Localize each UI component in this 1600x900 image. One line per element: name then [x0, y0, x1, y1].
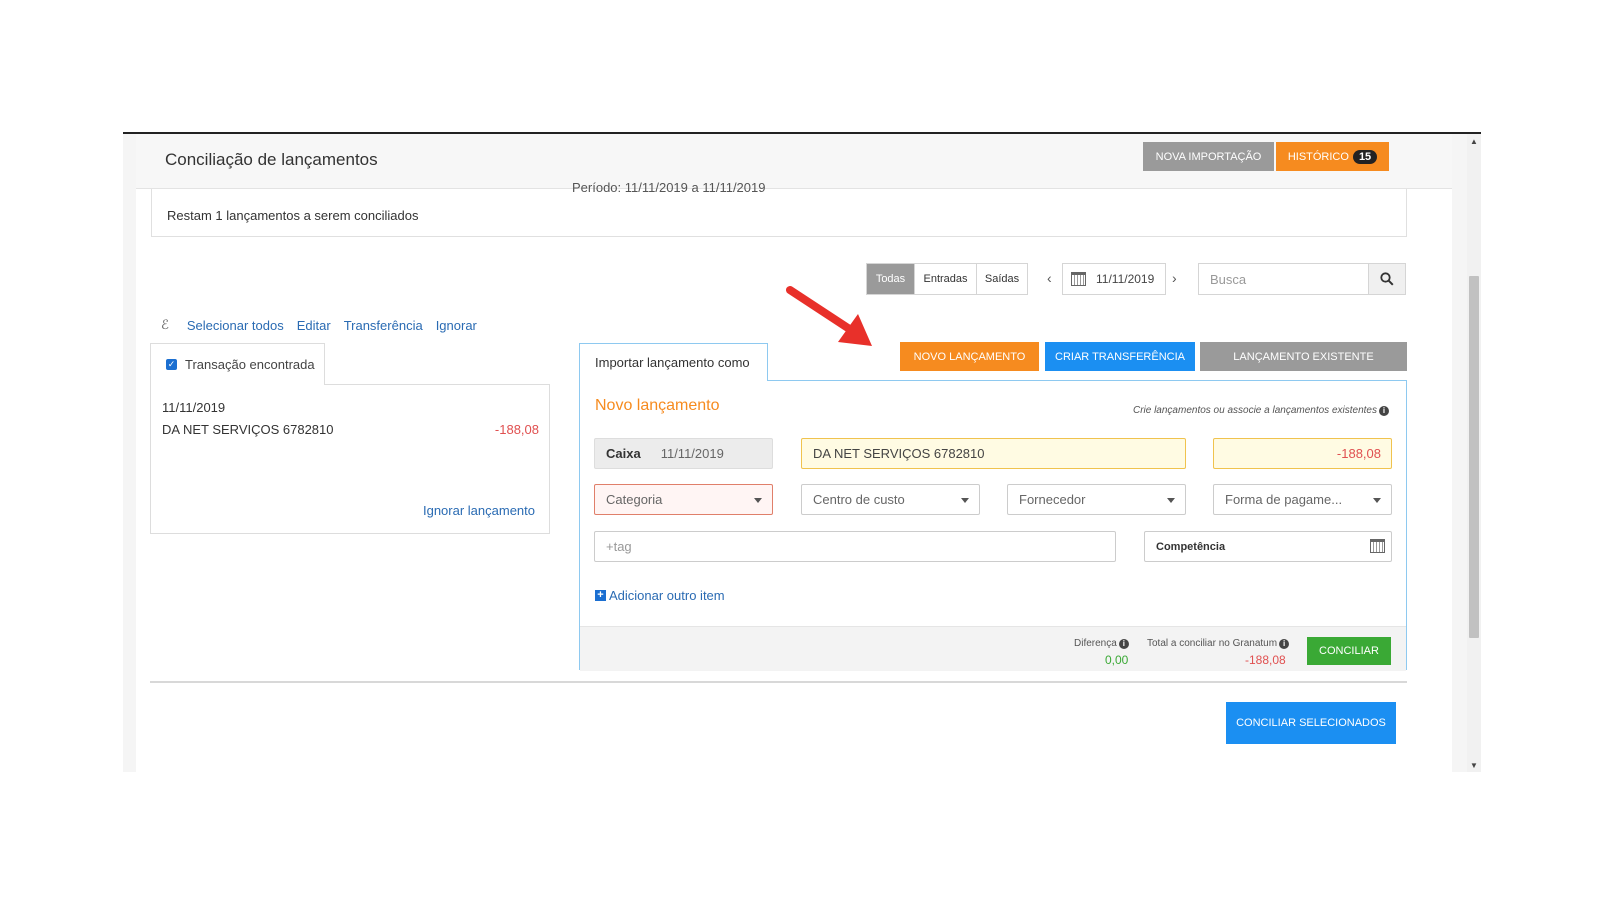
account-name: Caixa — [606, 446, 641, 461]
date-picker[interactable]: 11/11/2019 — [1062, 263, 1166, 295]
info-icon: i — [1118, 638, 1129, 649]
chevron-down-icon — [754, 498, 762, 503]
selecionar-todos-link[interactable]: Selecionar todos — [187, 318, 284, 333]
panel-hint: Crie lançamentos ou associe a lançamento… — [1133, 405, 1389, 416]
fornecedor-select[interactable]: Fornecedor — [1007, 484, 1186, 515]
historico-button[interactable]: HISTÓRICO 15 — [1276, 142, 1389, 171]
categoria-label: Categoria — [606, 492, 663, 507]
transaction-card: 11/11/2019 DA NET SERVIÇOS 6782810 -188,… — [150, 384, 550, 534]
chevron-down-icon — [961, 498, 969, 503]
description-input[interactable]: DA NET SERVIÇOS 6782810 — [801, 438, 1186, 469]
calendar-icon — [1071, 272, 1086, 286]
value-input[interactable]: -188,08 — [1213, 438, 1392, 469]
forma-pagamento-label: Forma de pagame... — [1225, 492, 1343, 507]
summary-box: Período: 11/11/2019 a 11/11/2019 Restam … — [151, 180, 1407, 237]
criar-transferencia-label: CRIAR TRANSFERÊNCIA — [1055, 350, 1185, 363]
account-date: 11/11/2019 — [660, 446, 724, 461]
transaction-tab-label: Transação encontrada — [185, 357, 315, 372]
chevron-down-icon — [1373, 498, 1381, 503]
competencia-label: Competência — [1156, 540, 1226, 553]
ignorar-link[interactable]: Ignorar — [436, 318, 477, 333]
conciliar-button[interactable]: CONCILIAR — [1307, 637, 1391, 665]
tag-input[interactable]: +tag — [594, 531, 1116, 562]
vertical-scrollbar[interactable]: ▲ ▼ — [1467, 134, 1481, 772]
total-label: Total a conciliar no Granatum i — [1147, 638, 1290, 649]
restam-text: Restam 1 lançamentos a serem conciliados — [167, 208, 419, 223]
conciliar-label: CONCILIAR — [1319, 645, 1379, 657]
total-text: Total a conciliar no Granatum — [1147, 638, 1278, 649]
filter-saidas[interactable]: Saídas — [977, 264, 1027, 294]
chevron-left-icon[interactable]: ‹ — [1047, 270, 1052, 286]
conciliation-page: Conciliação de lançamentos NOVA IMPORTAÇ… — [136, 134, 1452, 772]
centro-custo-select[interactable]: Centro de custo — [801, 484, 980, 515]
page-header: Conciliação de lançamentos NOVA IMPORTAÇ… — [136, 134, 1452, 189]
bulk-actions: ℰ Selecionar todos Editar Transferência … — [161, 317, 490, 333]
conciliar-selecionados-label: CONCILIAR SELECIONADOS — [1236, 717, 1386, 729]
editar-link[interactable]: Editar — [297, 318, 331, 333]
panel-hint-text: Crie lançamentos ou associe a lançamento… — [1132, 405, 1377, 416]
competencia-field[interactable]: Competência — [1144, 531, 1392, 562]
panel-footer: Diferença i 0,00 Total a conciliar no Gr… — [580, 626, 1406, 671]
panel-title: Novo lançamento — [595, 397, 720, 414]
search-box: Busca — [1198, 263, 1406, 295]
chevron-down-icon — [1167, 498, 1175, 503]
chevron-right-icon[interactable]: › — [1172, 270, 1177, 286]
search-input[interactable]: Busca — [1199, 264, 1368, 294]
import-panel: Novo lançamento Crie lançamentos ou asso… — [579, 380, 1407, 671]
transaction-tab[interactable]: ✓ Transação encontrada — [150, 343, 325, 385]
import-tab[interactable]: Importar lançamento como — [579, 343, 768, 381]
account-field: Caixa 11/11/2019 — [594, 438, 773, 469]
forma-pagamento-select[interactable]: Forma de pagame... — [1213, 484, 1392, 515]
total-value: -188,08 — [1245, 653, 1286, 667]
periodo-text: Período: 11/11/2019 a 11/11/2019 — [572, 180, 766, 195]
conciliar-selecionados-button[interactable]: CONCILIAR SELECIONADOS — [1226, 702, 1396, 744]
section-divider — [150, 681, 1407, 683]
fornecedor-label: Fornecedor — [1019, 492, 1086, 507]
diferenca-text: Diferença — [1074, 638, 1117, 649]
centro-custo-label: Centro de custo — [813, 492, 905, 507]
lancamento-existente-button[interactable]: LANÇAMENTO EXISTENTE — [1200, 342, 1407, 371]
historico-count-badge: 15 — [1352, 149, 1378, 164]
diferenca-value: 0,00 — [1105, 653, 1129, 667]
annotation-arrow-icon — [786, 286, 872, 346]
historico-label: HISTÓRICO — [1287, 150, 1349, 163]
scrollbar-thumb[interactable] — [1469, 276, 1479, 638]
date-value: 11/11/2019 — [1096, 272, 1155, 286]
page-title: Conciliação de lançamentos — [165, 150, 378, 169]
app-window: Conciliação de lançamentos NOVA IMPORTAÇ… — [123, 132, 1481, 772]
info-icon: i — [1379, 405, 1389, 416]
info-icon: i — [1279, 638, 1290, 649]
search-button[interactable] — [1368, 264, 1405, 294]
transaction-amount: -188,08 — [494, 422, 539, 437]
adicionar-item-label: Adicionar outro item — [609, 588, 725, 603]
search-icon — [1380, 272, 1394, 286]
novo-lancamento-button[interactable]: NOVO LANÇAMENTO — [900, 342, 1039, 371]
scroll-up-icon[interactable]: ▲ — [1467, 136, 1481, 148]
diferenca-label: Diferença i — [1074, 638, 1129, 649]
lancamento-existente-label: LANÇAMENTO EXISTENTE — [1233, 350, 1374, 363]
pin-icon: ℰ — [161, 317, 169, 332]
novo-lancamento-label: NOVO LANÇAMENTO — [913, 350, 1026, 363]
criar-transferencia-button[interactable]: CRIAR TRANSFERÊNCIA — [1045, 342, 1195, 371]
filter-entradas[interactable]: Entradas — [915, 264, 977, 294]
adicionar-item-link[interactable]: + Adicionar outro item — [595, 588, 725, 603]
ignorar-lancamento-link[interactable]: Ignorar lançamento — [423, 503, 535, 518]
transaction-date: 11/11/2019 — [162, 400, 226, 415]
transferencia-link[interactable]: Transferência — [344, 318, 423, 333]
scroll-down-icon[interactable]: ▼ — [1467, 760, 1481, 772]
categoria-select[interactable]: Categoria — [594, 484, 773, 515]
calendar-icon[interactable] — [1370, 539, 1385, 553]
transaction-description: DA NET SERVIÇOS 6782810 — [162, 422, 334, 437]
nova-importacao-label: NOVA IMPORTAÇÃO — [1155, 150, 1262, 163]
plus-icon: + — [595, 590, 606, 601]
type-filter: Todas Entradas Saídas — [866, 263, 1028, 295]
nova-importacao-button[interactable]: NOVA IMPORTAÇÃO — [1143, 142, 1274, 171]
transaction-checkbox[interactable]: ✓ — [166, 359, 177, 370]
